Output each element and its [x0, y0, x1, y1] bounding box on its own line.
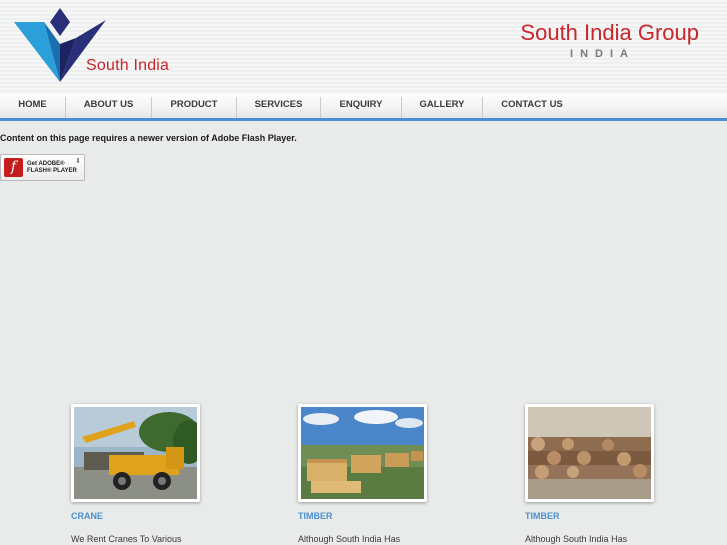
- nav-enquiry[interactable]: ENQUIRY: [321, 94, 401, 118]
- timber-yard-photo[interactable]: [298, 404, 427, 502]
- logs-image: [528, 407, 651, 499]
- flash-badge-get: Get ADOBE®: [27, 161, 65, 167]
- flash-icon: f: [4, 158, 23, 177]
- nav-services[interactable]: SERVICES: [237, 94, 320, 118]
- card-timber-yard: TIMBER Although South India Has: [298, 404, 428, 544]
- nav-contact-us[interactable]: CONTACT US: [483, 94, 581, 118]
- flash-badge-product: FLASH® PLAYER: [27, 168, 77, 174]
- card-text: Although South India Has: [298, 534, 401, 544]
- card-text: Although South India Has: [525, 534, 628, 544]
- nav-home[interactable]: HOME: [0, 94, 65, 118]
- logo-text: South India: [86, 57, 170, 74]
- download-arrow-icon: ⬇: [75, 158, 81, 165]
- card-logs: TIMBER Although South India Has: [525, 404, 655, 544]
- site-header: South India South India Group INDIA: [0, 0, 727, 96]
- main-nav: HOME ABOUT US PRODUCT SERVICES ENQUIRY G…: [0, 94, 727, 121]
- logs-photo[interactable]: [525, 404, 654, 502]
- timber-yard-image: [301, 407, 424, 499]
- card-title[interactable]: TIMBER: [298, 511, 428, 521]
- crane-image: [74, 407, 197, 499]
- card-title[interactable]: CRANE: [71, 511, 201, 521]
- nav-product[interactable]: PRODUCT: [152, 94, 236, 118]
- nav-about-us[interactable]: ABOUT US: [66, 94, 151, 118]
- flash-required-message: Content on this page requires a newer ve…: [0, 133, 297, 143]
- crane-photo[interactable]: [71, 404, 200, 502]
- nav-gallery[interactable]: GALLERY: [402, 94, 482, 118]
- brand-subtitle: INDIA: [570, 48, 635, 60]
- card-text: We Rent Cranes To Various: [71, 534, 182, 544]
- card-crane: CRANE We Rent Cranes To Various: [71, 404, 201, 544]
- card-title[interactable]: TIMBER: [525, 511, 655, 521]
- get-flash-player-button[interactable]: f Get ADOBE® FLASH® PLAYER ⬇: [0, 154, 85, 181]
- brand-title: South India Group: [520, 20, 699, 45]
